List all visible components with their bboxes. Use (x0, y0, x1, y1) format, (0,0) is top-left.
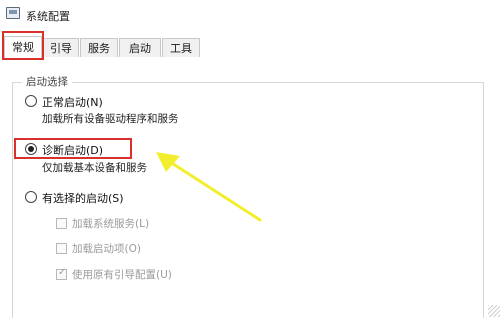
diagnostic-startup-desc: 仅加载基本设备和服务 (42, 162, 147, 174)
group-label: 启动选择 (22, 74, 72, 89)
tab-boot[interactable]: 引导 (43, 38, 79, 57)
checkbox-use-original-boot-config[interactable]: ✓ (56, 267, 67, 280)
window-title: 系统配置 (26, 10, 70, 23)
yellow-arrow-icon (156, 152, 262, 222)
radio-normal-startup[interactable] (25, 95, 37, 107)
normal-startup-label[interactable]: 正常启动(N) (42, 94, 103, 110)
normal-startup-desc: 加载所有设备驱动程序和服务 (42, 113, 179, 125)
tab-tools[interactable]: 工具 (162, 38, 200, 57)
tab-startup[interactable]: 启动 (119, 38, 161, 57)
app-icon (6, 7, 20, 19)
use-original-boot-config-label: 使用原有引导配置(U) (72, 269, 172, 281)
radio-selective-startup[interactable] (25, 191, 37, 203)
diagnostic-highlight-box (14, 138, 132, 159)
checkbox-load-system-services[interactable] (56, 218, 67, 229)
selective-startup-label[interactable]: 有选择的启动(S) (42, 190, 124, 206)
title-bar: 系统配置 (0, 0, 500, 28)
load-system-services-label: 加载系统服务(L) (72, 218, 150, 230)
checkmark-icon: ✓ (58, 267, 67, 278)
tab-services[interactable]: 服务 (80, 38, 118, 57)
load-startup-items-label: 加载启动项(O) (72, 243, 141, 255)
checkbox-load-startup-items[interactable] (56, 243, 67, 254)
tab-highlight-box (2, 31, 44, 60)
tab-strip: 常规 引导 服务 启动 工具 (0, 36, 500, 59)
resize-grip[interactable] (488, 305, 500, 317)
